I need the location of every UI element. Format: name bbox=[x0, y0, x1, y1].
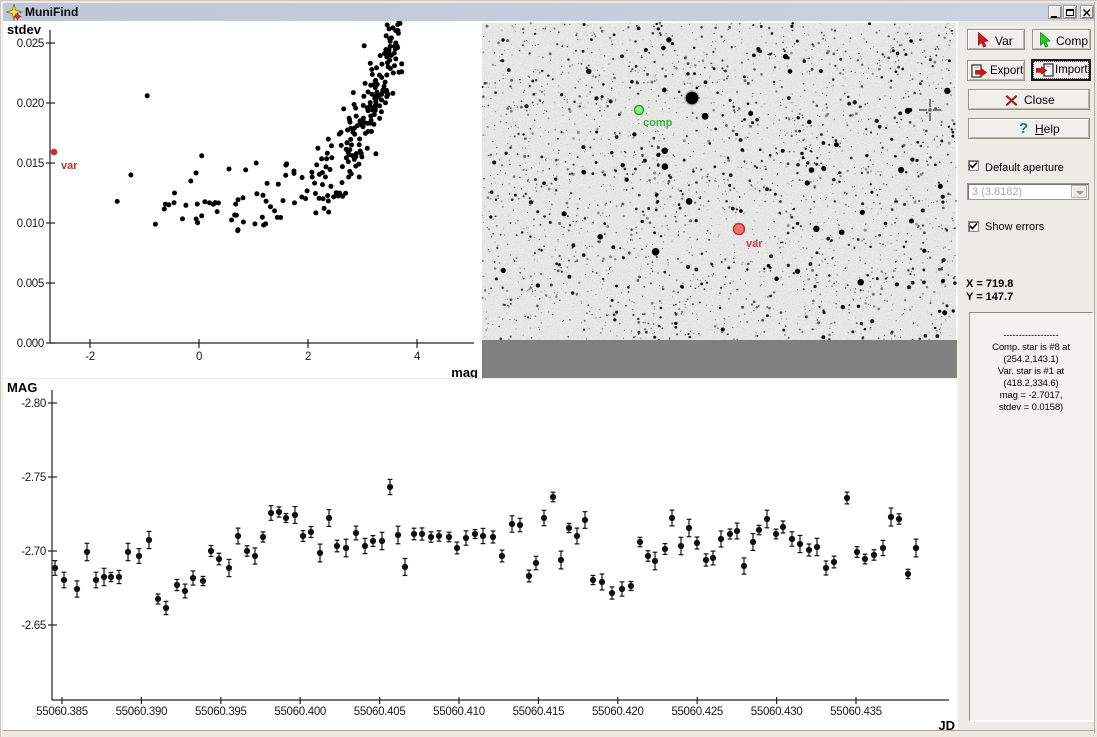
svg-text:55060.385: 55060.385 bbox=[36, 706, 88, 718]
svg-text:0.005: 0.005 bbox=[17, 278, 44, 290]
svg-text:comp: comp bbox=[643, 117, 673, 129]
svg-text:0: 0 bbox=[196, 351, 202, 363]
svg-text:MAG: MAG bbox=[7, 380, 37, 395]
svg-text:-2.65: -2.65 bbox=[21, 620, 46, 632]
svg-text:2: 2 bbox=[305, 351, 311, 363]
svg-text:55060.430: 55060.430 bbox=[751, 706, 803, 718]
svg-text:var: var bbox=[61, 160, 78, 172]
svg-text:-2.80: -2.80 bbox=[21, 398, 46, 410]
svg-text:-2.70: -2.70 bbox=[21, 546, 46, 558]
svg-text:0.015: 0.015 bbox=[17, 158, 44, 170]
svg-text:55060.390: 55060.390 bbox=[116, 706, 168, 718]
svg-text:mag: mag bbox=[451, 365, 478, 379]
svg-text:55060.415: 55060.415 bbox=[513, 706, 565, 718]
svg-text:0.000: 0.000 bbox=[17, 338, 44, 350]
svg-text:55060.410: 55060.410 bbox=[433, 706, 485, 718]
svg-text:-2.75: -2.75 bbox=[21, 472, 46, 484]
svg-text:55060.420: 55060.420 bbox=[592, 706, 644, 718]
svg-text:55060.395: 55060.395 bbox=[195, 706, 247, 718]
svg-text:var: var bbox=[746, 238, 763, 250]
svg-text:0.020: 0.020 bbox=[17, 98, 44, 110]
svg-text:55060.400: 55060.400 bbox=[274, 706, 326, 718]
svg-text:-2: -2 bbox=[85, 351, 95, 363]
svg-text:55060.425: 55060.425 bbox=[671, 706, 723, 718]
svg-text:4: 4 bbox=[414, 351, 421, 363]
svg-text:stdev: stdev bbox=[7, 22, 42, 37]
svg-text:55060.435: 55060.435 bbox=[830, 706, 882, 718]
svg-text:55060.405: 55060.405 bbox=[354, 706, 406, 718]
svg-text:0.010: 0.010 bbox=[17, 218, 44, 230]
svg-text:0.025: 0.025 bbox=[17, 38, 44, 50]
